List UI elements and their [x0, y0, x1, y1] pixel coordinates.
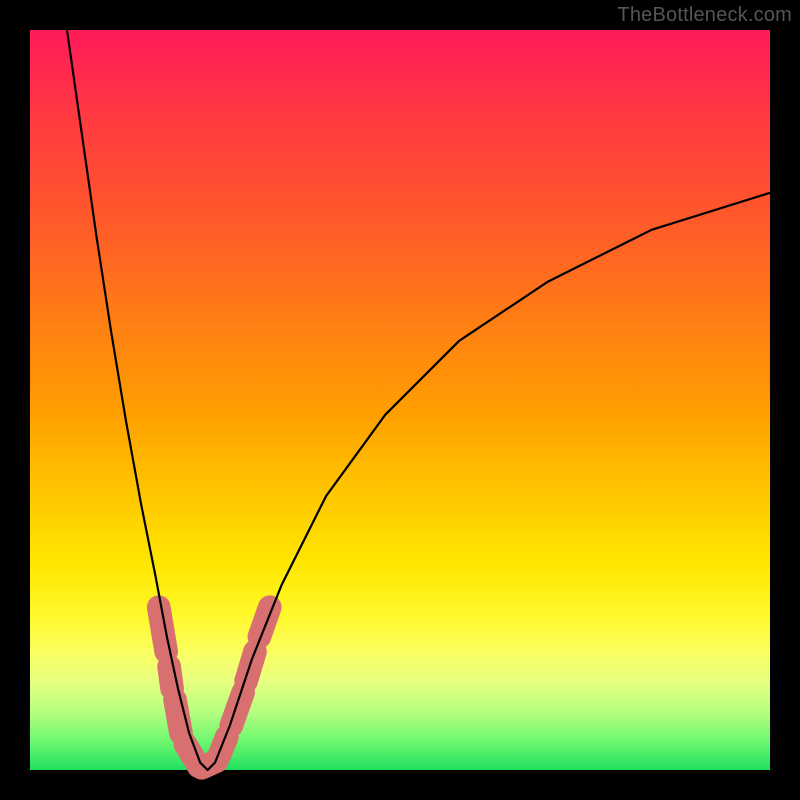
watermark-text: TheBottleneck.com	[617, 4, 792, 27]
bottleneck-curve	[67, 30, 770, 770]
highlight-capsule	[175, 700, 181, 733]
highlight-capsule	[231, 692, 243, 725]
highlight-capsule	[169, 666, 172, 688]
highlight-group	[159, 607, 270, 768]
chart-svg	[30, 30, 770, 770]
plot-area	[30, 30, 770, 770]
highlight-capsule	[259, 607, 269, 637]
chart-frame: TheBottleneck.com	[0, 0, 800, 800]
